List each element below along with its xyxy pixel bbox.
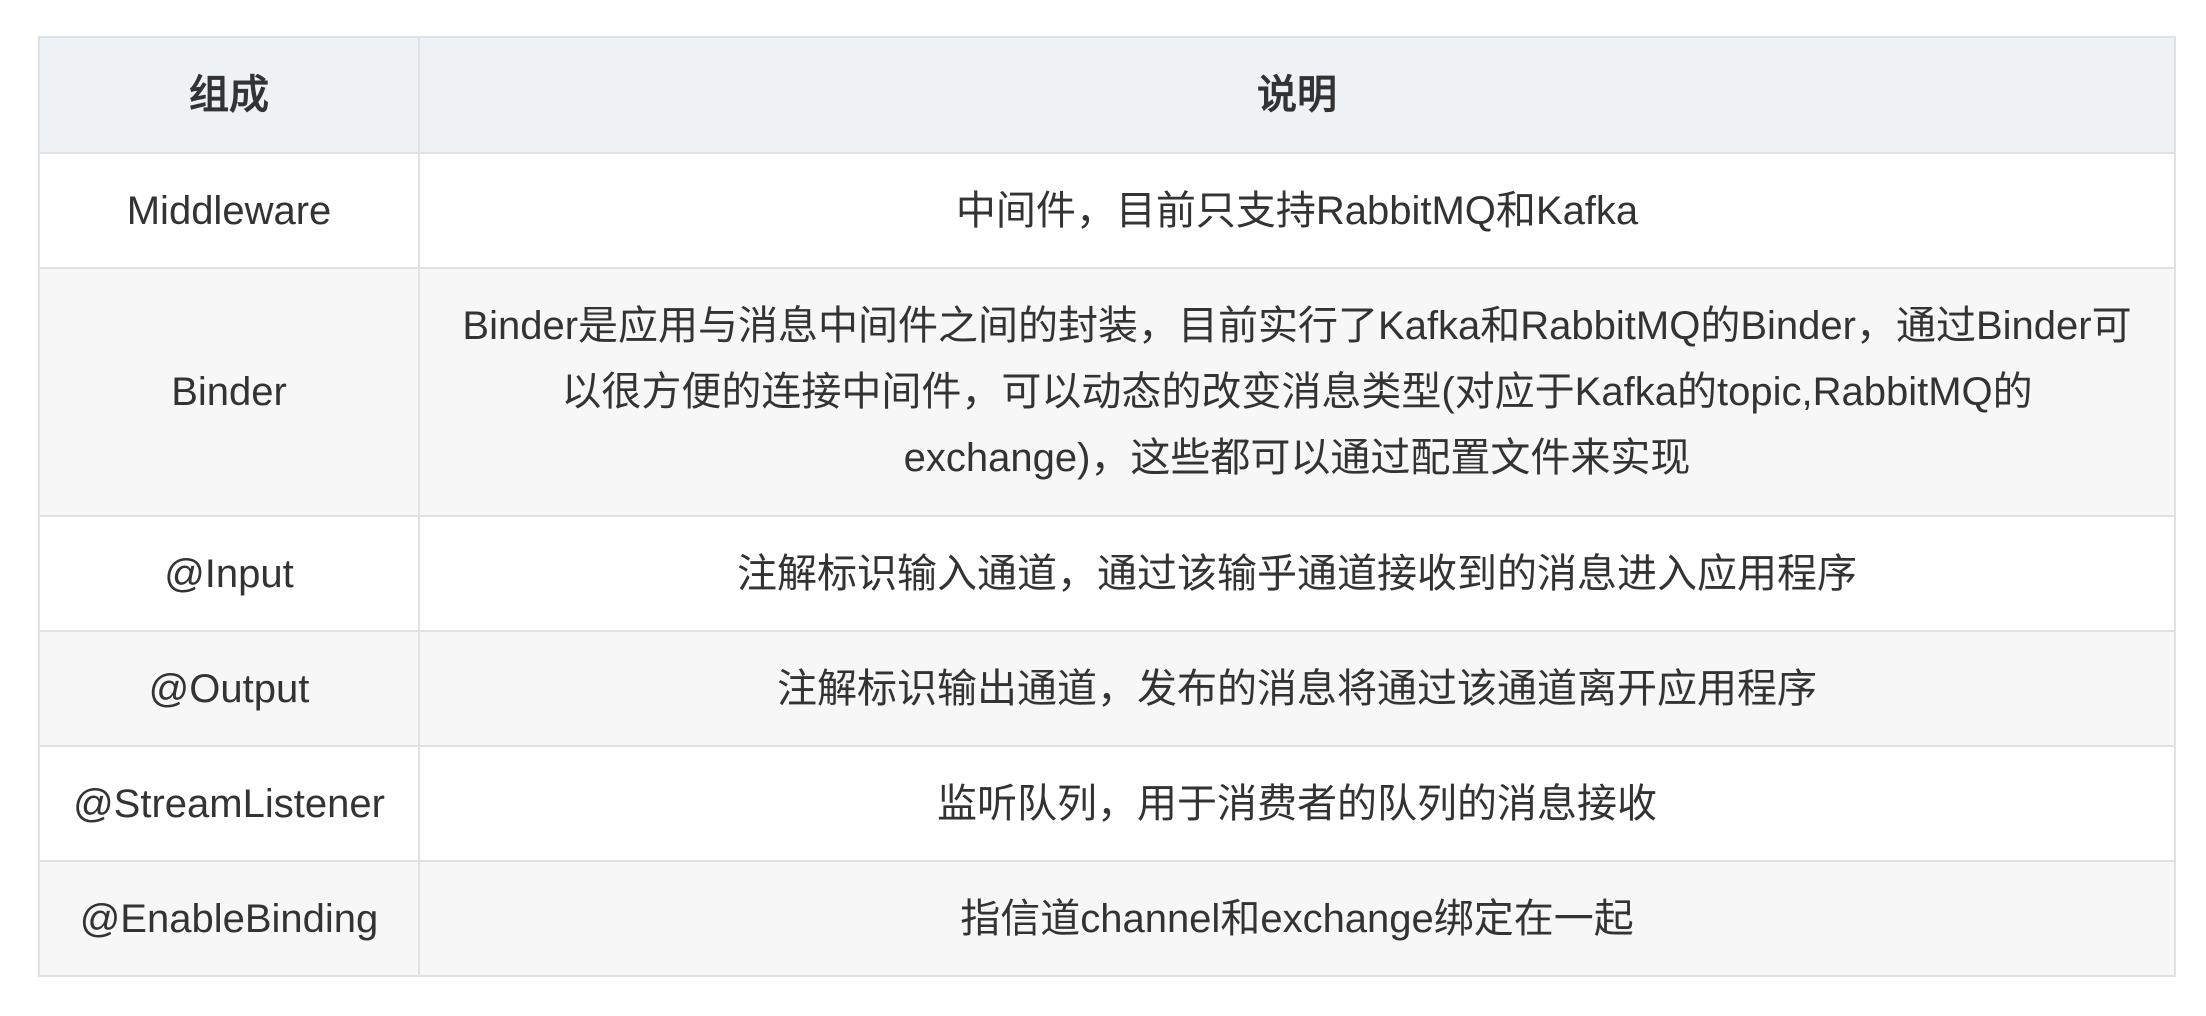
component-name: @StreamListener [38, 745, 420, 862]
component-description: 监听队列，用于消费者的队列的消息接收 [418, 745, 2176, 862]
table-body: Middleware 中间件，目前只支持RabbitMQ和Kafka Binde… [38, 152, 2176, 977]
table-header: 组成 说明 [38, 36, 2176, 154]
component-name: @Output [38, 630, 420, 747]
table-row: Middleware 中间件，目前只支持RabbitMQ和Kafka [38, 152, 2176, 269]
component-description: 中间件，目前只支持RabbitMQ和Kafka [418, 152, 2176, 269]
header-row: 组成 说明 [38, 36, 2176, 154]
component-name: @Input [38, 515, 420, 632]
component-description: 注解标识输出通道，发布的消息将通过该通道离开应用程序 [418, 630, 2176, 747]
component-name: Middleware [38, 152, 420, 269]
table-row: @EnableBinding 指信道channel和exchange绑定在一起 [38, 860, 2176, 977]
table-row: Binder Binder是应用与消息中间件之间的封装，目前实行了Kafka和R… [38, 267, 2176, 517]
components-table-container: 组成 说明 Middleware 中间件，目前只支持RabbitMQ和Kafka… [38, 36, 2176, 977]
component-name: @EnableBinding [38, 860, 420, 977]
component-description: 注解标识输入通道，通过该输乎通道接收到的消息进入应用程序 [418, 515, 2176, 632]
header-description: 说明 [418, 36, 2176, 154]
table-row: @StreamListener 监听队列，用于消费者的队列的消息接收 [38, 745, 2176, 862]
components-table: 组成 说明 Middleware 中间件，目前只支持RabbitMQ和Kafka… [38, 36, 2176, 977]
component-description: Binder是应用与消息中间件之间的封装，目前实行了Kafka和RabbitMQ… [418, 267, 2176, 517]
header-component: 组成 [38, 36, 420, 154]
table-row: @Input 注解标识输入通道，通过该输乎通道接收到的消息进入应用程序 [38, 515, 2176, 632]
table-row: @Output 注解标识输出通道，发布的消息将通过该通道离开应用程序 [38, 630, 2176, 747]
component-description: 指信道channel和exchange绑定在一起 [418, 860, 2176, 977]
component-name: Binder [38, 267, 420, 517]
